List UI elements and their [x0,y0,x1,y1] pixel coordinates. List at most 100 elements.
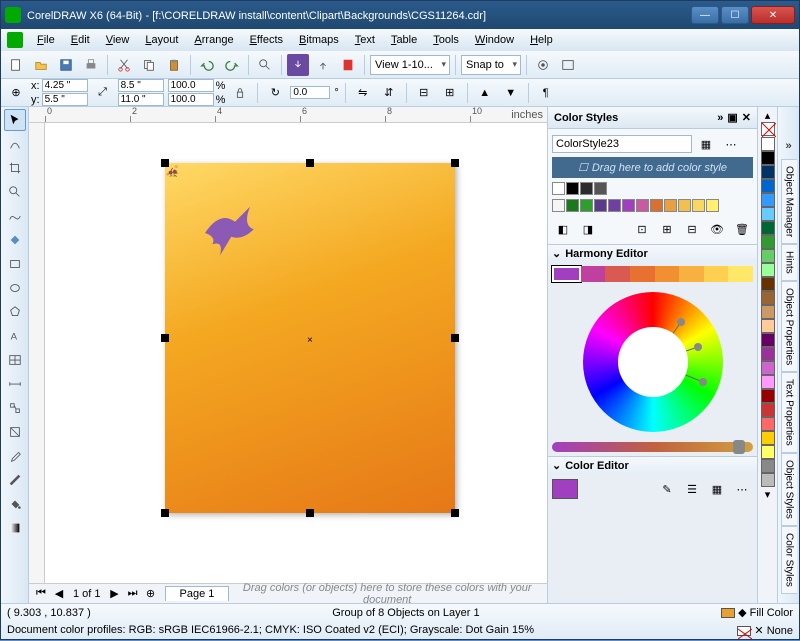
menu-bitmaps[interactable]: Bitmaps [291,32,347,48]
palette-swatch[interactable] [761,235,775,249]
dimension-tool[interactable] [4,373,26,395]
pick-tool[interactable] [4,109,26,131]
palette-swatch[interactable] [761,305,775,319]
select-unused-button[interactable]: ⊡ [631,218,653,240]
color-swatch[interactable] [580,199,593,212]
eyedropper-tool[interactable] [4,445,26,467]
maximize-button[interactable]: ☐ [721,6,749,24]
publish-pdf-button[interactable] [337,54,359,76]
color-swatch[interactable] [594,199,607,212]
mirror-h-button[interactable]: ⇋ [352,82,374,104]
palette-swatch[interactable] [761,207,775,221]
smart-fill-tool[interactable] [4,229,26,251]
palette-swatch[interactable] [761,333,775,347]
undo-button[interactable] [196,54,218,76]
drawing-canvas[interactable]: × [45,123,547,583]
harmony-strip[interactable] [552,266,753,282]
y-input[interactable] [42,93,88,106]
harmony-slider[interactable] [552,442,753,452]
palette-swatch[interactable] [761,179,775,193]
new-color-style-button[interactable]: ◧ [552,218,574,240]
polygon-tool[interactable] [4,301,26,323]
palette-swatch[interactable] [761,291,775,305]
menu-table[interactable]: Table [383,32,425,48]
color-swatch[interactable] [636,199,649,212]
interactive-fill-tool[interactable] [4,517,26,539]
merge-button[interactable]: ⊞ [656,218,678,240]
color-swatch[interactable] [622,199,635,212]
save-button[interactable] [55,54,77,76]
palettes-icon[interactable]: ▦ [706,478,728,500]
palette-swatch[interactable] [761,151,775,165]
color-swatch[interactable] [566,182,579,195]
panel-close-icon[interactable]: ✕ [742,111,751,124]
menu-layout[interactable]: Layout [137,32,186,48]
menu-view[interactable]: View [98,32,138,48]
rotation-input[interactable] [290,86,330,99]
palette-swatch[interactable] [761,137,775,151]
docker-tab-hints[interactable]: Hints [781,244,797,281]
palette-swatch[interactable] [761,473,775,487]
style-options-button[interactable]: ⋯ [720,133,742,155]
palette-swatch[interactable] [761,459,775,473]
break-link-button[interactable]: ⊟ [681,218,703,240]
chevron-icon[interactable]: ⌄ [552,247,561,260]
cut-button[interactable] [113,54,135,76]
panel-menu-icon[interactable]: ▣ [727,111,737,124]
options-button[interactable] [532,54,554,76]
palette-up-button[interactable]: ▴ [757,109,779,121]
width-input[interactable] [118,79,164,92]
color-swatch[interactable] [608,199,621,212]
no-color-swatch[interactable] [761,122,775,136]
import-button[interactable] [287,54,309,76]
palette-swatch[interactable] [761,417,775,431]
last-page-button[interactable]: ⏭ [125,586,141,602]
palette-swatch[interactable] [761,389,775,403]
redo-button[interactable] [221,54,243,76]
chevron-icon[interactable]: ⌄ [552,459,561,472]
text-tool[interactable]: A [4,325,26,347]
color-swatch[interactable] [664,199,677,212]
eyedropper-icon[interactable]: ✎ [656,478,678,500]
palette-swatch[interactable] [761,403,775,417]
ungroup-all-button[interactable]: ⊞ [439,82,461,104]
view-button[interactable]: 👁 [706,218,728,240]
new-style-button[interactable]: ▦ [695,133,717,155]
scale-x-input[interactable] [168,79,214,92]
to-back-button[interactable]: ▼ [500,82,522,104]
palette-swatch[interactable] [761,165,775,179]
docker-tab-object-styles[interactable]: Object Styles [781,453,797,526]
color-style-name-input[interactable] [552,135,692,153]
palette-swatch[interactable] [761,249,775,263]
color-swatch[interactable] [692,199,705,212]
docker-expand-button[interactable]: » [780,137,798,155]
rectangle-tool[interactable] [4,253,26,275]
color-swatch[interactable] [580,182,593,195]
new-harmony-button[interactable]: ◨ [577,218,599,240]
palette-swatch[interactable] [761,445,775,459]
outline-indicator[interactable]: ✕ None [737,624,793,637]
freehand-tool[interactable] [4,205,26,227]
palette-swatch[interactable] [761,431,775,445]
delete-button[interactable]: 🗑 [731,218,753,240]
palette-swatch[interactable] [761,277,775,291]
palette-swatch[interactable] [761,361,775,375]
shape-tool[interactable] [4,133,26,155]
palette-swatch[interactable] [761,263,775,277]
color-wheel[interactable] [583,292,723,432]
paste-button[interactable] [163,54,185,76]
drop-hint[interactable]: ☐Drag here to add color style [552,157,753,178]
zoom-combo[interactable]: View 1-10... [370,55,450,75]
palette-swatch[interactable] [761,375,775,389]
menu-window[interactable]: Window [467,32,522,48]
menu-edit[interactable]: Edit [63,32,98,48]
prev-page-button[interactable]: ◀ [51,586,67,602]
palette-swatch[interactable] [761,221,775,235]
to-front-button[interactable]: ▲ [474,82,496,104]
menu-arrange[interactable]: Arrange [186,32,241,48]
palette-swatch[interactable] [761,319,775,333]
sliders-icon[interactable]: ☰ [681,478,703,500]
more-icon[interactable]: ⋯ [731,478,753,500]
docker-tab-text-properties[interactable]: Text Properties [781,372,797,453]
current-color-swatch[interactable] [552,479,578,499]
